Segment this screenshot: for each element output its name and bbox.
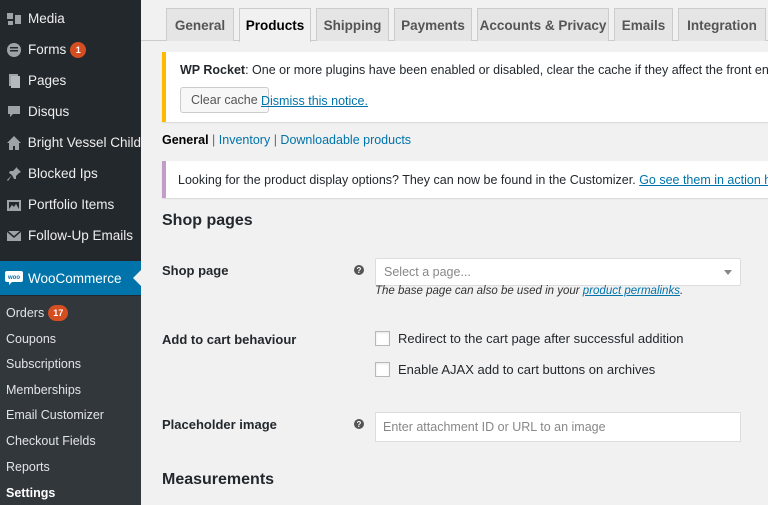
chevron-down-icon bbox=[724, 270, 732, 275]
shop-page-select[interactable]: Select a page... bbox=[375, 258, 741, 286]
help-tip-icon[interactable]: ? bbox=[354, 265, 364, 275]
admin-sidebar: Media Forms 1 Pages Disqus Bright Vessel… bbox=[0, 0, 141, 505]
product-permalinks-link[interactable]: product permalinks bbox=[583, 285, 680, 297]
submenu-item-label: Orders bbox=[6, 306, 45, 320]
submenu-item-coupons[interactable]: Coupons bbox=[6, 329, 56, 349]
sidebar-item-label: Bright Vessel Child bbox=[27, 135, 141, 150]
product-settings-subnav: General | Inventory | Downloadable produ… bbox=[162, 133, 411, 147]
product-display-notice: Looking for the product display options?… bbox=[162, 161, 768, 198]
pages-icon bbox=[0, 73, 28, 89]
submenu-item-orders[interactable]: Orders 17 bbox=[6, 303, 69, 323]
shop-page-placeholder: Select a page... bbox=[384, 265, 471, 279]
submenu-item-label: Settings bbox=[6, 486, 56, 500]
sidebar-item-label: WooCommerce bbox=[28, 270, 122, 286]
sidebar-item-blocked-ips[interactable]: Blocked Ips bbox=[0, 158, 141, 189]
submenu-item-subscriptions[interactable]: Subscriptions bbox=[6, 354, 81, 374]
ajax-add-to-cart-option[interactable]: Enable AJAX add to cart buttons on archi… bbox=[375, 362, 655, 377]
portfolio-icon bbox=[0, 197, 28, 213]
submenu-item-label: Coupons bbox=[6, 332, 57, 346]
forms-count-badge: 1 bbox=[70, 41, 87, 58]
wp-rocket-notice: WP Rocket: One or more plugins have been… bbox=[162, 52, 768, 122]
sidebar-item-woocommerce[interactable]: woo WooCommerce bbox=[0, 261, 141, 295]
customizer-link[interactable]: Go see them in action here. bbox=[639, 173, 768, 187]
tab-shipping[interactable]: Shipping bbox=[316, 8, 389, 41]
svg-text:woo: woo bbox=[7, 275, 20, 281]
clear-cache-button[interactable]: Clear cache bbox=[180, 87, 269, 113]
notice-message: Looking for the product display options?… bbox=[178, 173, 636, 187]
desc-prefix: The base page can also be used in your bbox=[375, 285, 580, 297]
submenu-item-label: Email Customizer bbox=[6, 408, 104, 422]
sidebar-item-disqus[interactable]: Disqus bbox=[0, 96, 141, 127]
submenu-item-email-customizer[interactable]: Email Customizer bbox=[6, 405, 104, 425]
comment-icon bbox=[0, 104, 28, 120]
submenu-item-settings[interactable]: Settings bbox=[6, 483, 55, 503]
tab-general[interactable]: General bbox=[166, 8, 234, 41]
desc-suffix: . bbox=[679, 285, 684, 297]
subnav-inventory[interactable]: Inventory bbox=[219, 133, 270, 147]
placeholder-image-input[interactable]: Enter attachment ID or URL to an image bbox=[375, 412, 741, 442]
woocommerce-submenu: Orders 17 Coupons Subscriptions Membersh… bbox=[0, 296, 141, 505]
sidebar-item-media[interactable]: Media bbox=[0, 3, 141, 34]
sidebar-item-label: Follow-Up Emails bbox=[28, 228, 134, 243]
sidebar-item-follow-up-emails[interactable]: Follow-Up Emails bbox=[0, 220, 141, 251]
tab-accounts-privacy[interactable]: Accounts & Privacy bbox=[477, 8, 609, 41]
submenu-item-label: Reports bbox=[6, 460, 50, 474]
sidebar-item-label: Pages bbox=[28, 73, 67, 88]
ajax-add-to-cart-label: Enable AJAX add to cart buttons on archi… bbox=[398, 362, 656, 377]
subnav-downloadable-products[interactable]: Downloadable products bbox=[280, 133, 411, 147]
redirect-to-cart-checkbox[interactable] bbox=[375, 331, 390, 346]
redirect-to-cart-option[interactable]: Redirect to the cart page after successf… bbox=[375, 331, 683, 346]
tab-integration[interactable]: Integration bbox=[678, 8, 766, 41]
notice-message: : One or more plugins have been enabled … bbox=[245, 63, 768, 77]
redirect-to-cart-label: Redirect to the cart page after successf… bbox=[398, 331, 684, 346]
tab-emails[interactable]: Emails bbox=[614, 8, 673, 41]
sidebar-item-forms[interactable]: Forms 1 bbox=[0, 34, 141, 65]
subnav-separator: | bbox=[273, 133, 277, 147]
subnav-separator: | bbox=[212, 133, 216, 147]
woo-icon: woo bbox=[0, 271, 28, 285]
sidebar-item-label: Disqus bbox=[28, 104, 70, 119]
submenu-item-memberships[interactable]: Memberships bbox=[6, 380, 81, 400]
tab-products[interactable]: Products bbox=[239, 8, 311, 42]
placeholder-image-label: Placeholder image bbox=[162, 417, 277, 432]
sidebar-item-label: Blocked Ips bbox=[28, 166, 98, 181]
sidebar-item-label: Portfolio Items bbox=[28, 197, 115, 212]
pin-icon bbox=[0, 166, 28, 182]
shop-pages-heading: Shop pages bbox=[162, 212, 253, 229]
dismiss-notice-link[interactable]: Dismiss this notice. bbox=[261, 94, 368, 108]
submenu-item-label: Subscriptions bbox=[6, 357, 82, 371]
home-icon bbox=[0, 135, 28, 151]
shop-page-description: The base page can also be used in your p… bbox=[375, 285, 683, 297]
shop-page-label: Shop page bbox=[162, 263, 229, 278]
sidebar-item-label: Media bbox=[28, 11, 65, 26]
submenu-item-checkout-fields[interactable]: Checkout Fields bbox=[6, 431, 96, 451]
media-icon bbox=[0, 11, 28, 27]
help-tip-icon[interactable]: ? bbox=[354, 419, 364, 429]
email-icon bbox=[0, 228, 28, 244]
sidebar-item-pages[interactable]: Pages bbox=[0, 65, 141, 96]
wp-rocket-notice-text: WP Rocket: One or more plugins have been… bbox=[180, 63, 768, 77]
subnav-general[interactable]: General bbox=[162, 133, 209, 147]
product-display-notice-text: Looking for the product display options?… bbox=[178, 173, 768, 187]
submenu-item-label: Checkout Fields bbox=[6, 434, 96, 448]
submenu-item-label: Memberships bbox=[6, 383, 82, 397]
sidebar-item-portfolio-items[interactable]: Portfolio Items bbox=[0, 189, 141, 220]
sidebar-item-bright-vessel-child[interactable]: Bright Vessel Child bbox=[0, 127, 141, 158]
submenu-item-reports[interactable]: Reports bbox=[6, 457, 50, 477]
sidebar-item-label: Forms bbox=[28, 42, 67, 57]
measurements-heading: Measurements bbox=[162, 471, 275, 488]
orders-count-badge: 17 bbox=[48, 305, 69, 321]
notice-title: WP Rocket bbox=[180, 63, 246, 77]
tab-payments[interactable]: Payments bbox=[394, 8, 472, 41]
add-to-cart-label: Add to cart behaviour bbox=[162, 332, 297, 347]
ajax-add-to-cart-checkbox[interactable] bbox=[375, 362, 390, 377]
forms-icon bbox=[0, 42, 28, 58]
